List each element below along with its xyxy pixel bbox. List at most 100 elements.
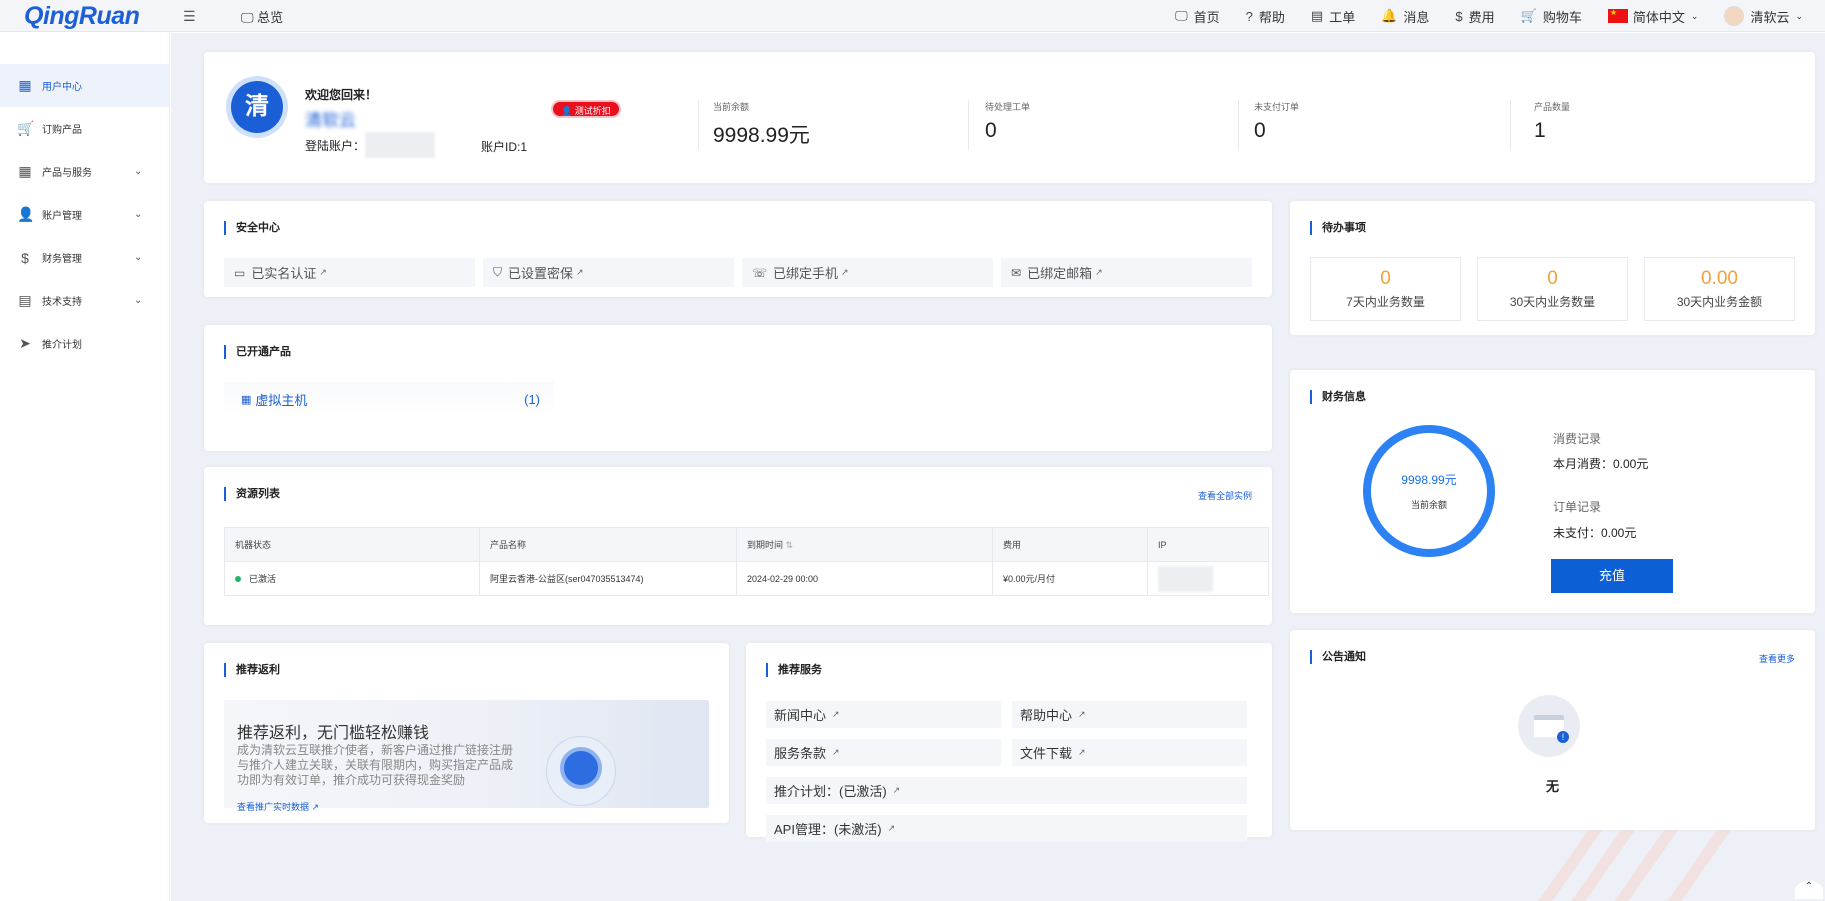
services-card: 推荐服务 新闻中心 ↗ 帮助中心 ↗ 服务条款 ↗ 文件下载 ↗ 推介计划：(已激活) ↗… — [746, 643, 1272, 842]
security-email[interactable]: ✉ 已绑定邮箱 ↗ — [1001, 258, 1252, 287]
user-menu[interactable]: 清软云 ⌄ — [1724, 6, 1803, 26]
name-cell[interactable]: 阿里云香港-公益区(ser047035513474) — [479, 561, 737, 596]
nav-cart[interactable]: 🛒 购物车 — [1521, 7, 1582, 26]
todo-7day-count[interactable]: 0 7天内业务数量 — [1310, 257, 1461, 321]
user-name: 清软云 — [305, 111, 356, 130]
column-header: 机器状态 — [224, 527, 480, 562]
login-account: 登陆账户： — [305, 132, 436, 158]
sidebar-item-products-services[interactable]: ▦ 产品与服务 ⌄ — [0, 150, 169, 193]
service-downloads[interactable]: 文件下载 ↗ — [1012, 739, 1247, 766]
apps-icon: ▦ — [18, 163, 32, 179]
stat-balance[interactable]: 当前余额 9998.99元 — [713, 100, 810, 149]
service-api[interactable]: API管理：(未激活) ↗ — [766, 815, 1247, 842]
balance-ring: 9998.99元 当前余额 — [1363, 425, 1495, 557]
nav-fees[interactable]: $ 费用 — [1455, 7, 1494, 26]
chevron-down-icon: ⌄ — [134, 166, 143, 177]
product-item-vhost[interactable]: ▦ 虚拟主机 (1) — [224, 382, 554, 416]
nav-help[interactable]: ? 帮助 — [1246, 7, 1285, 26]
external-link-icon: ↗ — [892, 785, 901, 795]
sidebar-item-user-center[interactable]: ▦ 用户中心 — [0, 64, 169, 107]
external-link-icon: ↗ — [1078, 747, 1086, 757]
discount-badge: 👤 测试折扣 — [551, 100, 621, 118]
grid-icon: ▦ — [241, 393, 252, 406]
recharge-button[interactable]: 充值 — [1551, 559, 1673, 593]
resource-table: 机器状态 产品名称 到期时间 ⇅ 费用 IP 已激活 阿里云香港-公益区(ser… — [224, 527, 1269, 596]
status-cell: 已激活 — [224, 561, 480, 596]
table-row[interactable]: 已激活 阿里云香港-公益区(ser047035513474) 2024-02-2… — [224, 561, 1269, 596]
external-link-icon: ↗ — [311, 802, 320, 812]
chevron-down-icon: ⌄ — [1795, 10, 1803, 21]
section-title: 资源列表 — [224, 487, 280, 501]
chevron-down-icon: ⌄ — [1690, 10, 1699, 21]
consume-title: 消费记录 — [1553, 432, 1602, 446]
collapse-menu-icon[interactable]: ☰ — [183, 8, 196, 25]
account-masked — [365, 132, 436, 158]
finance-card: 财务信息 9998.99元 当前余额 消费记录 本月消费：0.00元 订单记录 … — [1290, 370, 1815, 613]
service-help[interactable]: 帮助中心 ↗ — [1012, 701, 1247, 728]
view-more-link[interactable]: 查看更多 — [1759, 652, 1795, 665]
column-header: 产品名称 — [479, 527, 737, 562]
section-title: 安全中心 — [224, 221, 280, 235]
scroll-top-button[interactable]: ⌃ — [1795, 881, 1823, 899]
chevron-down-icon: ⌄ — [134, 209, 143, 220]
referral-card: 推荐返利 推荐返利，无门槛轻松赚钱 成为清软云互联推介使者，新客户通过推广链接注… — [204, 643, 729, 823]
column-header: IP — [1147, 527, 1269, 562]
divider — [698, 100, 699, 150]
security-card: 安全中心 ▭ 已实名认证 ↗ ⛉ 已设置密保 ↗ ☏ 已绑定手机 ↗ ✉ 已绑定邮箱 ↗ — [204, 201, 1272, 297]
empty-notice-icon: ! — [1518, 695, 1580, 757]
divider — [968, 100, 969, 150]
coin-illustration-icon — [546, 736, 616, 806]
referral-data-link[interactable]: 查看推广实时数据 ↗ — [237, 800, 319, 813]
todo-30day-count[interactable]: 0 30天内业务数量 — [1477, 257, 1628, 321]
sort-icon: ⇅ — [785, 540, 794, 550]
section-title: 已开通产品 — [224, 345, 291, 359]
stat-product-count[interactable]: 产品数量 1 — [1534, 100, 1570, 143]
section-title: 推荐服务 — [766, 663, 822, 677]
user-tag-icon: 👤 — [561, 106, 573, 116]
id-card-icon: ▭ — [234, 265, 246, 280]
security-realname[interactable]: ▭ 已实名认证 ↗ — [224, 258, 475, 287]
external-link-icon: ↗ — [319, 267, 327, 277]
column-header: 费用 — [992, 527, 1148, 562]
cart-icon: 🛒 — [17, 120, 35, 136]
external-link-icon: ↗ — [841, 267, 849, 277]
monitor-icon: 🖵 — [241, 10, 254, 25]
sidebar-item-account[interactable]: 👤 账户管理 ⌄ — [0, 193, 169, 236]
resources-card: 资源列表 查看全部实例 机器状态 产品名称 到期时间 ⇅ 费用 IP 已激活 阿… — [204, 467, 1272, 625]
security-phone[interactable]: ☏ 已绑定手机 ↗ — [742, 258, 993, 287]
avatar[interactable]: 清 — [226, 76, 288, 138]
help-icon: ? — [1245, 8, 1253, 24]
divider — [1510, 100, 1511, 150]
chevron-down-icon: ⌄ — [134, 295, 143, 306]
bell-icon: 🔔 — [1381, 8, 1398, 23]
external-link-icon: ↗ — [887, 823, 896, 833]
stat-pending-tickets[interactable]: 待处理工单 0 — [985, 100, 1030, 143]
send-icon: ➤ — [19, 335, 31, 351]
view-all-instances-link[interactable]: 查看全部实例 — [1198, 489, 1252, 502]
nav-ticket[interactable]: ▤ 工单 — [1311, 7, 1355, 26]
security-password[interactable]: ⛉ 已设置密保 ↗ — [483, 258, 734, 287]
top-nav: 🖵首页 ?帮助 ▤工单 🔔消息 $费用 🛒购物车 简体中文⌄ 清软云⌄ — [1149, 6, 1803, 26]
sidebar-item-support[interactable]: ▤ 技术支持 ⌄ — [0, 279, 169, 322]
order-title: 订单记录 — [1553, 500, 1602, 514]
todo-30day-amount[interactable]: 0.00 30天内业务金额 — [1644, 257, 1795, 321]
column-header-sortable[interactable]: 到期时间 ⇅ — [736, 527, 993, 562]
status-dot-icon — [235, 576, 241, 582]
china-flag-icon — [1607, 8, 1628, 23]
language-select[interactable]: 简体中文⌄ — [1607, 7, 1699, 26]
external-link-icon: ↗ — [576, 267, 584, 277]
sidebar-item-finance[interactable]: $ 财务管理 ⌄ — [0, 236, 169, 279]
nav-home[interactable]: 🖵 首页 — [1175, 7, 1220, 26]
overview-link[interactable]: 🖵 总览 — [241, 7, 283, 26]
logo[interactable]: QingRuan — [24, 2, 140, 31]
sidebar-item-order-products[interactable]: 🛒 订购产品 — [0, 107, 169, 150]
service-referral-plan[interactable]: 推介计划：(已激活) ↗ — [766, 777, 1247, 804]
stat-unpaid-orders[interactable]: 未支付订单 0 — [1254, 100, 1299, 143]
sidebar-item-referral[interactable]: ➤ 推介计划 — [0, 322, 169, 365]
notice-card: 公告通知 查看更多 ! 无 — [1290, 630, 1815, 830]
monitor-icon: 🖵 — [1175, 8, 1188, 23]
empty-text: 无 — [1545, 779, 1559, 794]
nav-messages[interactable]: 🔔 消息 — [1381, 7, 1429, 26]
service-news[interactable]: 新闻中心 ↗ — [766, 701, 1001, 728]
service-terms[interactable]: 服务条款 ↗ — [766, 739, 1001, 766]
